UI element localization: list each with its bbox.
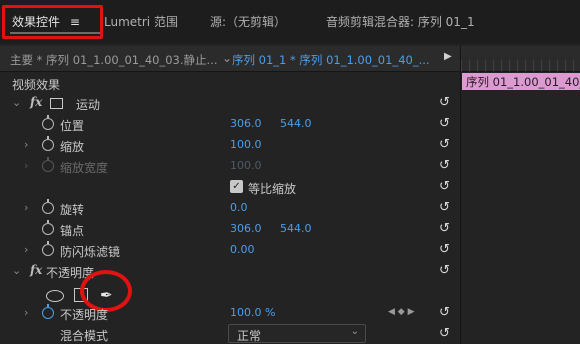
fx-toggle-icon[interactable]: fx <box>30 95 42 109</box>
reset-icon[interactable]: ↺ <box>439 180 453 194</box>
prop-anti-flicker: › 防闪烁滤镜 0.00 ↺ <box>0 240 460 261</box>
prop-position: 位置 306.0 544.0 ↺ <box>0 114 460 135</box>
tab-audio-clip-mixer[interactable]: 音频剪辑混合器: 序列 01_1 <box>326 13 475 30</box>
expand-arrow-icon[interactable]: › <box>24 138 28 151</box>
fx-toggle-icon[interactable]: fx <box>30 263 42 277</box>
master-clip-label[interactable]: 主要 * 序列 01_1.00_01_40_03.静止... <box>10 52 217 68</box>
position-y-value[interactable]: 544.0 <box>280 117 312 130</box>
rotation-value[interactable]: 0.0 <box>230 201 248 214</box>
reset-icon[interactable]: ↺ <box>439 222 453 236</box>
opacity-value[interactable]: 100.0 % <box>230 306 275 319</box>
uniform-scale-label: 等比缩放 <box>248 182 297 196</box>
anchor-x-value[interactable]: 306.0 <box>230 222 262 235</box>
rotation-label: 旋转 <box>60 203 85 217</box>
prop-anchor: 锚点 306.0 544.0 ↺ <box>0 219 460 240</box>
anti-flicker-label: 防闪烁滤镜 <box>60 245 121 259</box>
motion-label: 运动 <box>76 98 101 112</box>
scale-label: 缩放 <box>60 140 85 154</box>
position-label: 位置 <box>60 119 85 133</box>
expand-arrow-icon[interactable]: ⌄ <box>12 264 21 277</box>
play-triangle-icon[interactable]: ▶ <box>444 51 452 62</box>
motion-transform-icon[interactable] <box>50 98 63 109</box>
blend-mode-value: 正常 <box>237 329 262 343</box>
reset-icon[interactable]: ↺ <box>439 159 453 173</box>
stopwatch-icon[interactable] <box>42 220 54 235</box>
sequence-clip-selector[interactable]: 序列 01_1 * 序列 01_1.00_01_40_... <box>232 52 430 68</box>
clip-selector-bar: 主要 * 序列 01_1.00_01_40_03.静止... ⌄ 序列 01_1… <box>0 46 460 72</box>
tab-source[interactable]: 源:（无剪辑） <box>210 13 286 30</box>
timeline-clip[interactable]: 序列 01_1.00_01_40_0 <box>462 73 580 90</box>
uniform-scale-checkbox[interactable]: ✓ <box>230 180 243 193</box>
prop-scale-width: › 缩放宽度 100.0 ↺ <box>0 156 460 177</box>
prop-scale: › 缩放 100.0 ↺ <box>0 135 460 156</box>
scroll-indicator-icon <box>439 77 453 91</box>
position-x-value[interactable]: 306.0 <box>230 117 262 130</box>
reset-icon[interactable]: ↺ <box>439 138 453 152</box>
scale-value[interactable]: 100.0 <box>230 138 262 151</box>
effect-motion: ⌄ fx 运动 ↺ <box>0 93 460 114</box>
reset-icon[interactable]: ↺ <box>439 117 453 131</box>
timeline-ticks <box>461 60 580 72</box>
expand-arrow-icon[interactable]: › <box>24 201 28 214</box>
scale-width-label: 缩放宽度 <box>60 161 109 175</box>
video-effects-label: 视频效果 <box>12 78 61 92</box>
keyframe-navigator[interactable]: ◀ ◆ ▶ <box>388 307 415 317</box>
anchor-label: 锚点 <box>60 224 85 238</box>
video-effects-header: 视频效果 <box>0 73 460 94</box>
scale-width-value: 100.0 <box>230 159 262 172</box>
reset-icon[interactable]: ↺ <box>439 306 453 320</box>
tab-lumetri-scopes[interactable]: Lumetri 范围 <box>104 13 178 30</box>
stopwatch-icon[interactable] <box>42 136 54 151</box>
prop-rotation: › 旋转 0.0 ↺ <box>0 198 460 219</box>
expand-arrow-icon[interactable]: › <box>24 243 28 256</box>
stopwatch-icon[interactable] <box>42 304 54 319</box>
anti-flicker-value[interactable]: 0.00 <box>230 243 255 256</box>
prop-uniform-scale: ✓ 等比缩放 ↺ <box>0 177 460 198</box>
effect-opacity: ⌄ fx 不透明度 ↺ <box>0 261 460 282</box>
panel-tab-bar: 效果控件 ≡ Lumetri 范围 源:（无剪辑） 音频剪辑混合器: 序列 01… <box>0 0 580 44</box>
expand-arrow-icon[interactable]: › <box>24 306 28 319</box>
blend-mode-select[interactable]: 正常 ⌄ <box>228 324 366 343</box>
expand-arrow-icon: › <box>24 159 29 172</box>
stopwatch-icon[interactable] <box>42 241 54 256</box>
reset-icon[interactable]: ↺ <box>439 264 453 278</box>
reset-icon[interactable]: ↺ <box>439 243 453 257</box>
chevron-down-icon[interactable]: ⌄ <box>222 51 232 65</box>
opacity-value-label: 不透明度 <box>60 308 109 322</box>
red-highlight-box <box>2 5 103 39</box>
chevron-down-icon: ⌄ <box>350 326 359 337</box>
stopwatch-icon <box>42 157 54 172</box>
stopwatch-icon[interactable] <box>42 115 54 130</box>
blend-mode-label: 混合模式 <box>60 329 109 343</box>
anchor-y-value[interactable]: 544.0 <box>280 222 312 235</box>
reset-icon[interactable]: ↺ <box>439 327 453 341</box>
reset-icon[interactable]: ↺ <box>439 201 453 215</box>
panel-divider[interactable] <box>460 46 461 344</box>
ellipse-mask-icon[interactable] <box>46 290 64 302</box>
stopwatch-icon[interactable] <box>42 199 54 214</box>
expand-arrow-icon[interactable]: ⌄ <box>12 96 21 109</box>
reset-icon[interactable]: ↺ <box>439 96 453 110</box>
